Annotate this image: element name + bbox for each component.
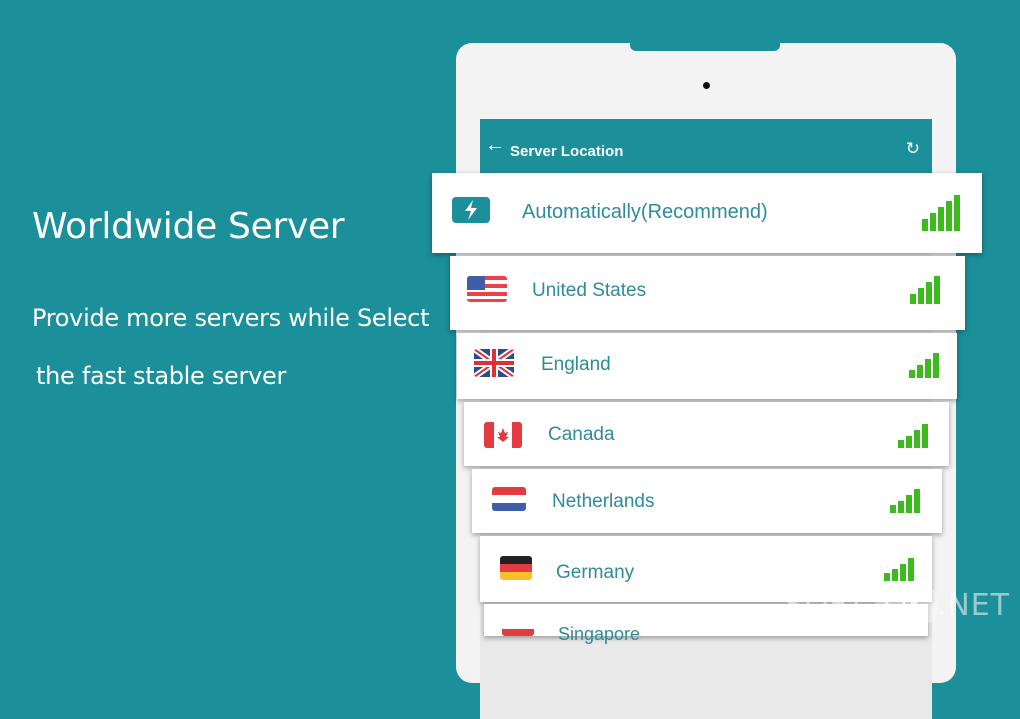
server-label: United States (532, 280, 647, 301)
signal-strength-icon (888, 489, 920, 513)
app-bar: ← Server Location ↻ (480, 119, 932, 175)
flag-uk-icon (474, 349, 514, 377)
signal-strength-icon (907, 353, 939, 378)
lightning-icon (452, 197, 490, 223)
server-label: Netherlands (552, 491, 655, 512)
server-label: Germany (556, 562, 635, 583)
signal-strength-icon (882, 558, 914, 581)
promo-headline: Worldwide Server (32, 206, 345, 247)
signal-strength-icon (896, 424, 928, 448)
signal-strength-icon (908, 274, 940, 304)
app-bar-title: Server Location (510, 143, 624, 160)
flag-us-icon (467, 276, 507, 302)
flag-singapore-icon (502, 626, 534, 636)
promo-subline-1: Provide more servers while Select (32, 304, 430, 332)
camera-dot (703, 82, 710, 89)
server-label: England (541, 354, 611, 375)
flag-germany-icon (500, 556, 532, 580)
server-label: Automatically(Recommend) (522, 201, 768, 223)
server-row-england[interactable]: England (457, 333, 957, 399)
watermark: SOFT- OK .NET (785, 588, 1010, 623)
server-row-united-states[interactable]: United States (450, 256, 965, 330)
server-row-netherlands[interactable]: Netherlands (472, 469, 942, 533)
watermark-post: .NET (936, 588, 1010, 623)
tablet-notch (630, 42, 780, 51)
signal-strength-icon (920, 195, 960, 231)
server-row-canada[interactable]: Canada (464, 402, 949, 466)
flag-canada-icon (484, 422, 522, 448)
arrow-left-icon[interactable]: ← (485, 135, 505, 155)
server-row-automatic[interactable]: Automatically(Recommend) (432, 173, 982, 253)
promo-subline-2: the fast stable server (36, 362, 287, 390)
watermark-pre: SOFT- (784, 588, 876, 623)
watermark-ok: OK (875, 588, 937, 623)
server-label: Singapore (558, 624, 641, 644)
flag-netherlands-icon (492, 487, 526, 511)
refresh-icon[interactable]: ↻ (906, 140, 920, 157)
server-label: Canada (548, 424, 615, 445)
